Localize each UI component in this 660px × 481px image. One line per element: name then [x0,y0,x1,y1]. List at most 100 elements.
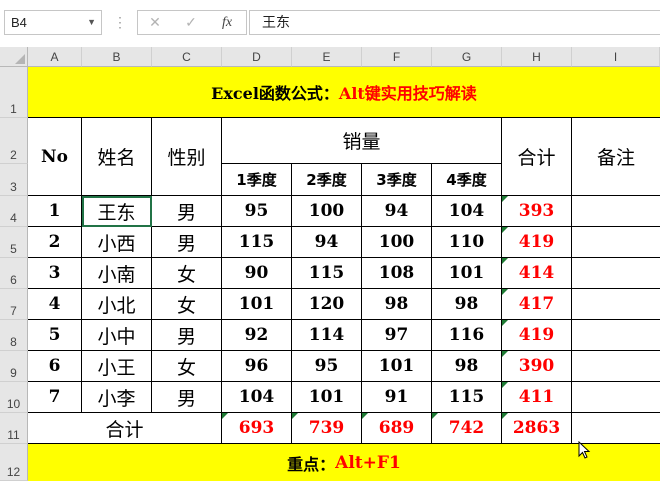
cell-q3[interactable]: 101 [362,351,432,382]
cell-no[interactable]: 5 [28,320,82,351]
cell-gender[interactable]: 男 [152,196,222,227]
header-q3[interactable]: 3季度 [362,164,432,196]
title-cell[interactable]: Excel函数公式： Alt键实用技巧解读 [28,67,660,118]
insert-function-icon[interactable]: fx [210,11,244,34]
row-header-12[interactable]: 12 [0,444,28,481]
footer-cell[interactable]: 重点： Alt+F1 [28,444,660,481]
row-header-5[interactable]: 5 [0,227,28,258]
cell-q3[interactable]: 97 [362,320,432,351]
cell-gender[interactable]: 男 [152,227,222,258]
cancel-icon[interactable]: ✕ [138,11,172,34]
cell-q1[interactable]: 92 [222,320,292,351]
cell-q4[interactable]: 101 [432,258,502,289]
column-header-b[interactable]: B [82,47,152,67]
row-header-3[interactable]: 3 [0,164,28,196]
cell-q3[interactable]: 91 [362,382,432,413]
cell-q1[interactable]: 96 [222,351,292,382]
cell-name[interactable]: 王东 [82,196,152,227]
cell-gender[interactable]: 女 [152,289,222,320]
cell-remark[interactable] [572,382,660,413]
cell-no[interactable]: 1 [28,196,82,227]
cell-total[interactable]: 419 [502,320,572,351]
cell-remark[interactable] [572,351,660,382]
cell-name[interactable]: 小中 [82,320,152,351]
cell-total[interactable]: 417 [502,289,572,320]
header-sales[interactable]: 销量 [222,118,502,164]
cell-q3[interactable]: 94 [362,196,432,227]
cell-total[interactable]: 419 [502,227,572,258]
row-header-1[interactable]: 1 [0,67,28,118]
cell-q2[interactable]: 101 [292,382,362,413]
cell-total[interactable]: 414 [502,258,572,289]
cell-remark[interactable] [572,196,660,227]
row-header-10[interactable]: 10 [0,382,28,413]
cell-q1[interactable]: 101 [222,289,292,320]
header-name[interactable]: 姓名 [82,118,152,196]
header-q2[interactable]: 2季度 [292,164,362,196]
row-header-9[interactable]: 9 [0,351,28,382]
cell-q1[interactable]: 115 [222,227,292,258]
totals-label[interactable]: 合计 [28,413,222,444]
header-gender[interactable]: 性别 [152,118,222,196]
cell-remark[interactable] [572,258,660,289]
column-header-i[interactable]: I [572,47,660,67]
row-header-4[interactable]: 4 [0,196,28,227]
totals-total[interactable]: 2863 [502,413,572,444]
cell-q4[interactable]: 98 [432,289,502,320]
totals-q4[interactable]: 742 [432,413,502,444]
cell-q4[interactable]: 98 [432,351,502,382]
chevron-down-icon[interactable]: ▼ [87,11,96,34]
row-header-8[interactable]: 8 [0,320,28,351]
cell-q3[interactable]: 100 [362,227,432,258]
cell-q4[interactable]: 104 [432,196,502,227]
column-header-f[interactable]: F [362,47,432,67]
cell-remark[interactable] [572,320,660,351]
header-q1[interactable]: 1季度 [222,164,292,196]
totals-q2[interactable]: 739 [292,413,362,444]
header-remark[interactable]: 备注 [572,118,660,196]
cell-no[interactable]: 3 [28,258,82,289]
cell-gender[interactable]: 男 [152,382,222,413]
cell-gender[interactable]: 男 [152,320,222,351]
cell-name[interactable]: 小李 [82,382,152,413]
cell-q2[interactable]: 100 [292,196,362,227]
cell-name[interactable]: 小北 [82,289,152,320]
cell-no[interactable]: 7 [28,382,82,413]
cell-gender[interactable]: 女 [152,258,222,289]
row-header-11[interactable]: 11 [0,413,28,444]
row-header-7[interactable]: 7 [0,289,28,320]
cell-q1[interactable]: 90 [222,258,292,289]
header-total[interactable]: 合计 [502,118,572,196]
select-all-button[interactable] [0,47,28,67]
header-q4[interactable]: 4季度 [432,164,502,196]
cell-q2[interactable]: 120 [292,289,362,320]
cell-q4[interactable]: 116 [432,320,502,351]
formula-input[interactable]: 王东 [249,10,660,35]
cell-remark[interactable] [572,227,660,258]
totals-remark[interactable] [572,413,660,444]
cell-name[interactable]: 小西 [82,227,152,258]
row-header-2[interactable]: 2 [0,118,28,164]
cell-q2[interactable]: 95 [292,351,362,382]
totals-q3[interactable]: 689 [362,413,432,444]
cell-no[interactable]: 2 [28,227,82,258]
cell-total[interactable]: 390 [502,351,572,382]
cell-q3[interactable]: 98 [362,289,432,320]
cell-q2[interactable]: 94 [292,227,362,258]
cell-q1[interactable]: 95 [222,196,292,227]
column-header-d[interactable]: D [222,47,292,67]
cell-gender[interactable]: 女 [152,351,222,382]
row-header-6[interactable]: 6 [0,258,28,289]
column-header-e[interactable]: E [292,47,362,67]
cell-name[interactable]: 小王 [82,351,152,382]
column-header-c[interactable]: C [152,47,222,67]
cell-remark[interactable] [572,289,660,320]
cell-q4[interactable]: 115 [432,382,502,413]
cell-q2[interactable]: 114 [292,320,362,351]
cell-total[interactable]: 393 [502,196,572,227]
totals-q1[interactable]: 693 [222,413,292,444]
column-header-a[interactable]: A [28,47,82,67]
cell-no[interactable]: 6 [28,351,82,382]
cell-q1[interactable]: 104 [222,382,292,413]
header-no[interactable]: No [28,118,82,196]
